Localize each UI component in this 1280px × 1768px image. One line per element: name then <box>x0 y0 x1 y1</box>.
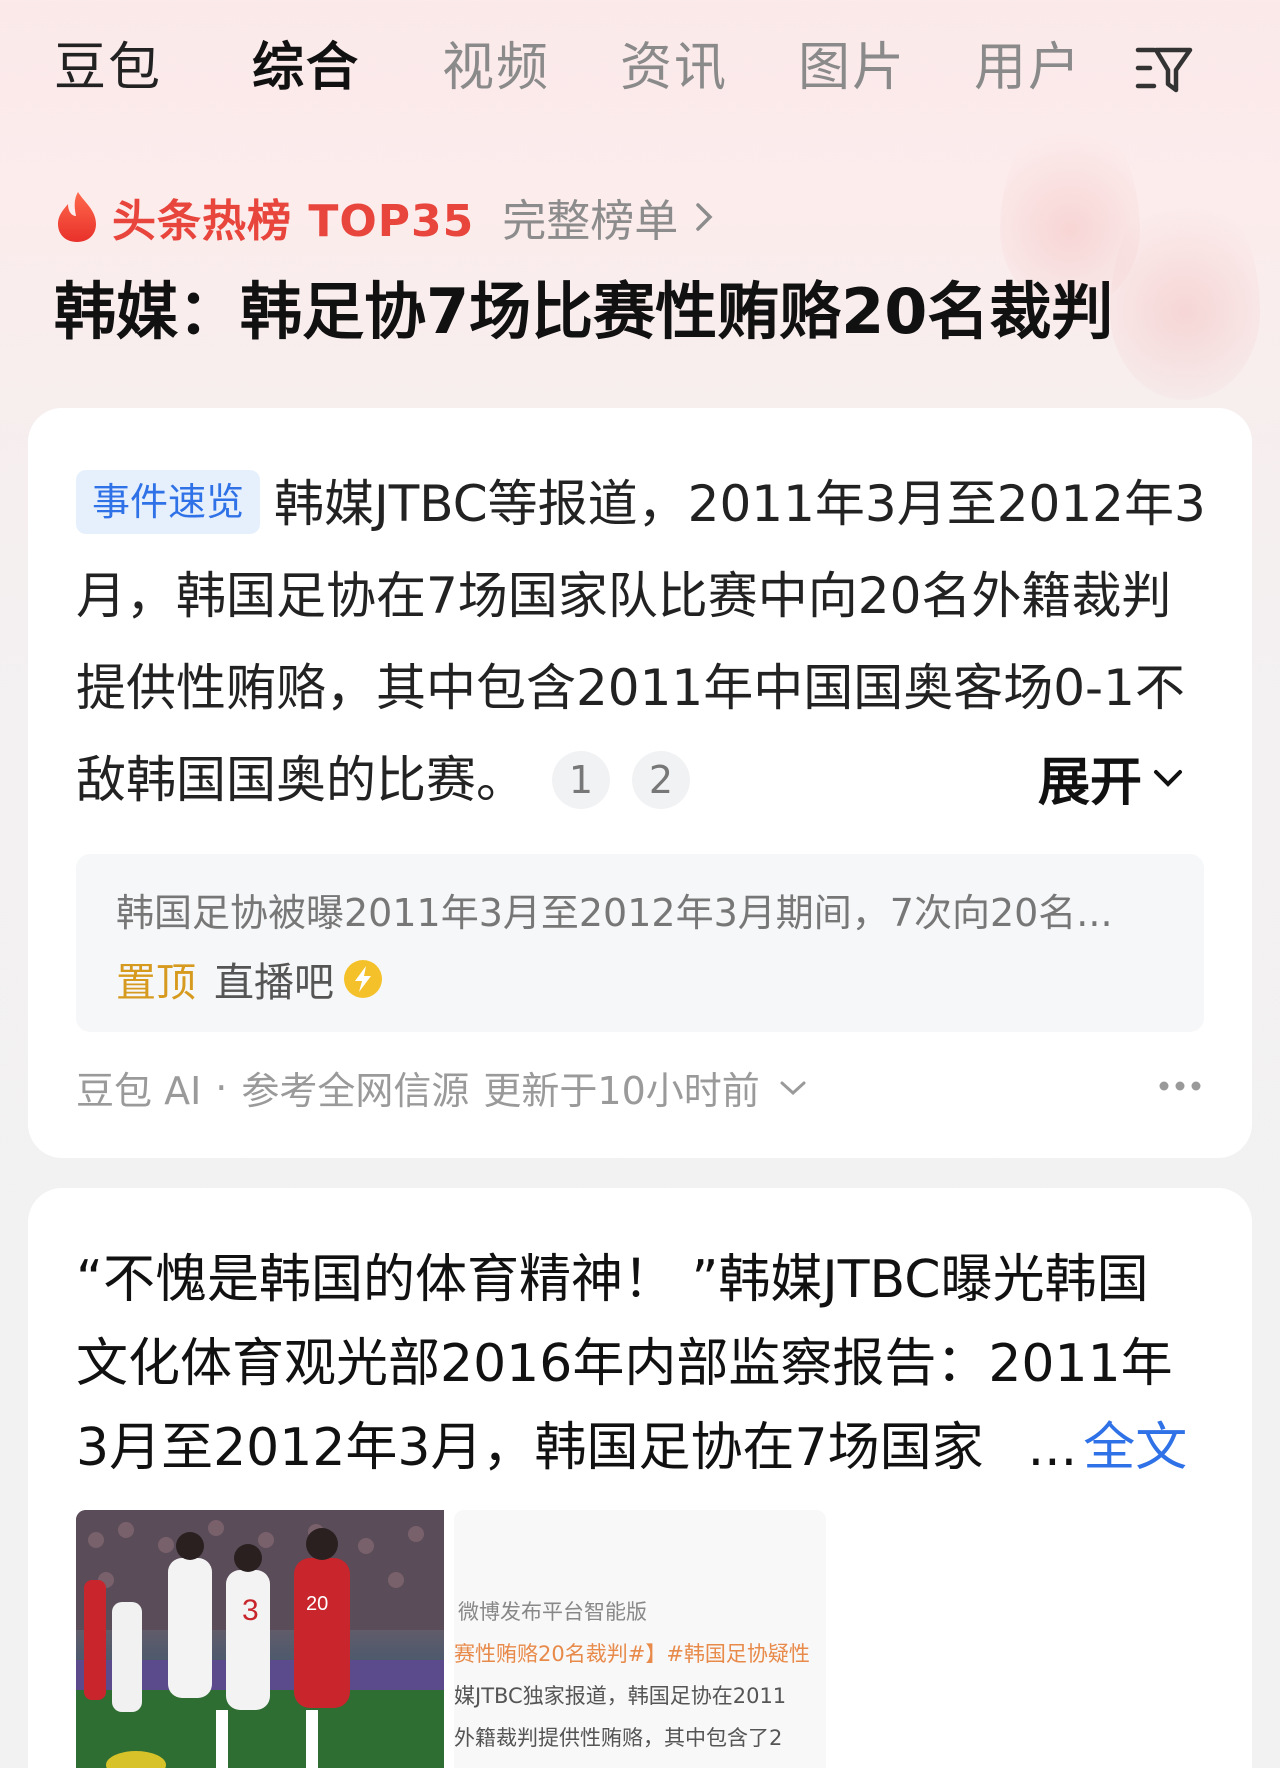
pinned-label: 置顶 <box>116 960 196 1006</box>
separator-dot: · <box>215 1065 228 1110</box>
expand-label: 展开 <box>1038 753 1143 813</box>
more-options-icon[interactable] <box>1158 1080 1202 1092</box>
quoted-source-box[interactable]: 韩国足协被曝2011年3月至2012年3月期间，7次向20名... 置顶 直播吧 <box>76 854 1204 1032</box>
card-footer: 豆包 AI · 参考全网信源 更新于10小时前 <box>76 1060 808 1115</box>
hot-list-row[interactable]: 头条热榜 TOP35 完整榜单 <box>54 185 716 249</box>
chevron-down-icon <box>1154 769 1183 787</box>
reference-2[interactable]: 2 <box>632 751 690 809</box>
source-name: 直播吧 <box>214 960 334 1006</box>
thumb-line-2: 赛性贿赂20名裁判#】#韩国足协疑性 <box>454 1642 810 1666</box>
ai-label: 豆包 AI <box>76 1069 202 1113</box>
tab-images[interactable]: 图片 <box>798 36 906 100</box>
tab-news[interactable]: 资讯 <box>620 36 728 100</box>
tab-comprehensive[interactable]: 综合 <box>252 36 360 100</box>
svg-text:3: 3 <box>242 1594 259 1627</box>
post-line-3-text: 3月至2012年3月，韩国足协在7场国家 <box>76 1418 984 1478</box>
tab-users[interactable]: 用户 <box>974 36 1082 100</box>
ellipsis: ... <box>1027 1418 1078 1478</box>
expand-button[interactable]: 展开 <box>1038 740 1186 815</box>
tab-video[interactable]: 视频 <box>442 36 550 100</box>
sources-label: 参考全网信源 <box>241 1069 470 1113</box>
thumb-line-3: 媒JTBC独家报道，韩国足协在2011 <box>454 1684 787 1708</box>
reference-1[interactable]: 1 <box>552 751 610 809</box>
thumb-line-4: 外籍裁判提供性贿赂，其中包含了2 <box>454 1726 783 1750</box>
post-line-2: 文化体育观光部2016年内部监察报告：2011年 <box>76 1334 1173 1394</box>
post-line-1: “不愧是韩国的体育精神！ ”韩媒JTBC曝光韩国 <box>76 1250 1149 1310</box>
top-navigation: 豆包 综合 视频 资讯 图片 用户 <box>0 0 1280 140</box>
fire-icon <box>58 192 96 242</box>
svg-text:20: 20 <box>306 1593 328 1615</box>
chevron-right-icon <box>696 203 713 231</box>
post-text[interactable]: “不愧是韩国的体育精神！ ”韩媒JTBC曝光韩国 文化体育观光部2016年内部监… <box>76 1238 1226 1490</box>
hot-list-label: 头条热榜 TOP35 <box>112 196 475 247</box>
page-headline[interactable]: 韩媒：韩足协7场比赛性贿赂20名裁判 <box>54 272 1234 352</box>
full-list-link[interactable]: 完整榜单 <box>502 185 678 249</box>
football-photo-thumbnail[interactable]: 3 20 <box>76 1510 444 1768</box>
chevron-down-icon[interactable] <box>778 1077 808 1099</box>
post-line-3: 3月至2012年3月，韩国足协在7场国家... 全文 <box>76 1406 1226 1490</box>
horizontal-scroll-indicator[interactable] <box>986 1606 1252 1632</box>
lightning-badge-icon <box>344 960 382 998</box>
football-photo-illustration: 3 20 <box>76 1510 444 1768</box>
quote-text: 韩国足协被曝2011年3月至2012年3月期间，7次向20名... <box>116 891 1113 935</box>
full-text-link[interactable]: 全文 <box>1083 1418 1187 1478</box>
filter-icon[interactable] <box>1134 42 1194 98</box>
event-overview-tag: 事件速览 <box>76 470 261 534</box>
quote-source-row: 置顶 直播吧 <box>116 950 384 1008</box>
post-card: “不愧是韩国的体育精神！ ”韩媒JTBC曝光韩国 文化体育观光部2016年内部监… <box>28 1188 1252 1768</box>
brand-doubao[interactable]: 豆包 <box>54 36 162 100</box>
thumb-line-1: 微博发布平台智能版 <box>458 1600 647 1624</box>
event-summary-card: 事件速览 韩媒JTBC等报道，2011年3月至2012年3月，韩国足协在7场国家队… <box>28 408 1252 1158</box>
updated-label: 更新于10小时前 <box>483 1069 760 1113</box>
weibo-screenshot-thumbnail[interactable]: 微博发布平台智能版 赛性贿赂20名裁判#】#韩国足协疑性 媒JTBC独家报道，韩… <box>454 1510 826 1768</box>
